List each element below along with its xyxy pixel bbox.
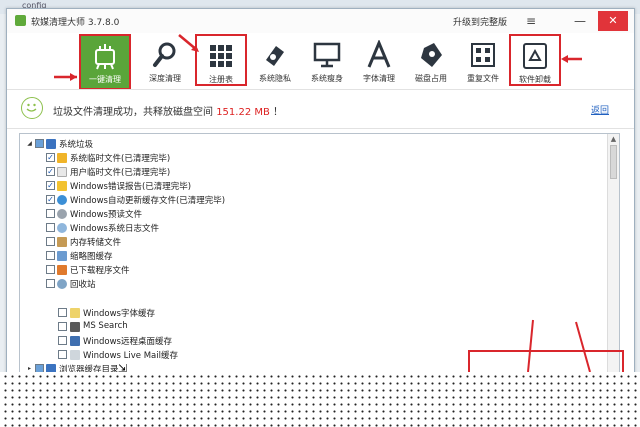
prefetch-icon — [57, 209, 67, 219]
recycle-bin-icon — [57, 279, 67, 289]
system-folder-icon — [46, 139, 56, 149]
download-icon — [57, 265, 67, 275]
smile-icon — [21, 97, 43, 119]
item-checkbox[interactable] — [46, 265, 55, 274]
item-label: 用户临时文件(已清理完毕) — [70, 168, 171, 178]
status-prefix: 垃圾文件清理成功，共释放磁盘空间 — [53, 107, 217, 118]
app-logo-icon — [15, 15, 26, 26]
dotted-overlay — [0, 372, 640, 427]
tree-root-checkbox[interactable] — [35, 139, 44, 148]
status-bar: 垃圾文件清理成功，共释放磁盘空间 151.22 MB ！ 返回 — [7, 89, 634, 129]
warning-icon — [57, 181, 67, 191]
annotation-arrows — [54, 34, 582, 81]
item-label: MS Search — [83, 321, 128, 331]
log-icon — [57, 223, 67, 233]
item-label: Windows系统日志文件 — [70, 224, 159, 234]
collapse-icon[interactable]: ◢ — [26, 140, 33, 147]
status-suffix: ！ — [269, 107, 284, 118]
expand-icon[interactable]: ▸ — [26, 365, 33, 372]
item-checkbox[interactable]: ✓ — [46, 195, 55, 204]
item-checkbox[interactable] — [58, 322, 67, 331]
status-message: 垃圾文件清理成功，共释放磁盘空间 151.22 MB ！ — [53, 103, 283, 118]
scroll-thumb[interactable] — [610, 145, 617, 179]
minimize-icon[interactable]: — — [569, 11, 591, 31]
item-checkbox[interactable]: ✓ — [46, 153, 55, 162]
item-checkbox[interactable]: ✓ — [46, 167, 55, 176]
user-temp-icon — [57, 167, 67, 177]
item-label: Windows字体缓存 — [83, 309, 155, 319]
item-label: Windows错误报告(已清理完毕) — [70, 182, 192, 192]
upgrade-link[interactable]: 升级到完整版 — [453, 15, 507, 28]
remote-desktop-icon — [70, 336, 80, 346]
mail-icon — [70, 350, 80, 360]
item-label: Windows自动更新缓存文件(已清理完毕) — [70, 196, 226, 206]
item-label: 内存转储文件 — [70, 238, 122, 248]
item-label: 已下载程序文件 — [70, 266, 130, 276]
menu-icon[interactable]: ≡ — [520, 11, 542, 31]
item-label: 缩略图缓存 — [70, 252, 113, 262]
search-icon — [70, 322, 80, 332]
item-checkbox[interactable] — [58, 308, 67, 317]
title-bar: 软媒清理大师 3.7.8.0 升级到完整版 ≡ — ✕ — [7, 9, 634, 33]
close-icon[interactable]: ✕ — [598, 11, 628, 31]
main-toolbar: 一键清理 深度清理 注册表 系统隐私 系统瘦身 字体清理 磁盘占用 重复文件 软… — [7, 33, 634, 90]
scroll-up-icon[interactable]: ▲ — [609, 135, 618, 144]
item-label: Windows远程桌面缓存 — [83, 337, 172, 347]
item-checkbox[interactable] — [58, 350, 67, 359]
tree-scrollbar[interactable]: ▲ — [607, 134, 619, 372]
item-label: 系统临时文件(已清理完毕) — [70, 154, 171, 164]
item-label: 回收站 — [70, 280, 96, 290]
return-link[interactable]: 返回 — [591, 103, 609, 116]
item-checkbox[interactable] — [46, 279, 55, 288]
item-checkbox[interactable] — [58, 336, 67, 345]
item-checkbox[interactable] — [46, 223, 55, 232]
item-checkbox[interactable]: ✓ — [46, 181, 55, 190]
mouse-cursor-icon: ⇲ — [118, 362, 128, 375]
memory-dump-icon — [57, 237, 67, 247]
window-title: 软媒清理大师 3.7.8.0 — [31, 18, 120, 28]
freed-size: 151.22 MB — [216, 107, 270, 118]
item-checkbox[interactable] — [46, 209, 55, 218]
thumbnail-icon — [57, 251, 67, 261]
tree-root-label: 系统垃圾 — [59, 140, 94, 150]
item-checkbox[interactable] — [46, 251, 55, 260]
font-cache-icon — [70, 308, 80, 318]
item-label: Windows Live Mail缓存 — [83, 351, 178, 361]
temp-file-icon — [57, 153, 67, 163]
item-checkbox[interactable] — [46, 237, 55, 246]
item-label: Windows预读文件 — [70, 210, 142, 220]
update-icon — [57, 195, 67, 205]
annotation-lines — [527, 319, 591, 373]
